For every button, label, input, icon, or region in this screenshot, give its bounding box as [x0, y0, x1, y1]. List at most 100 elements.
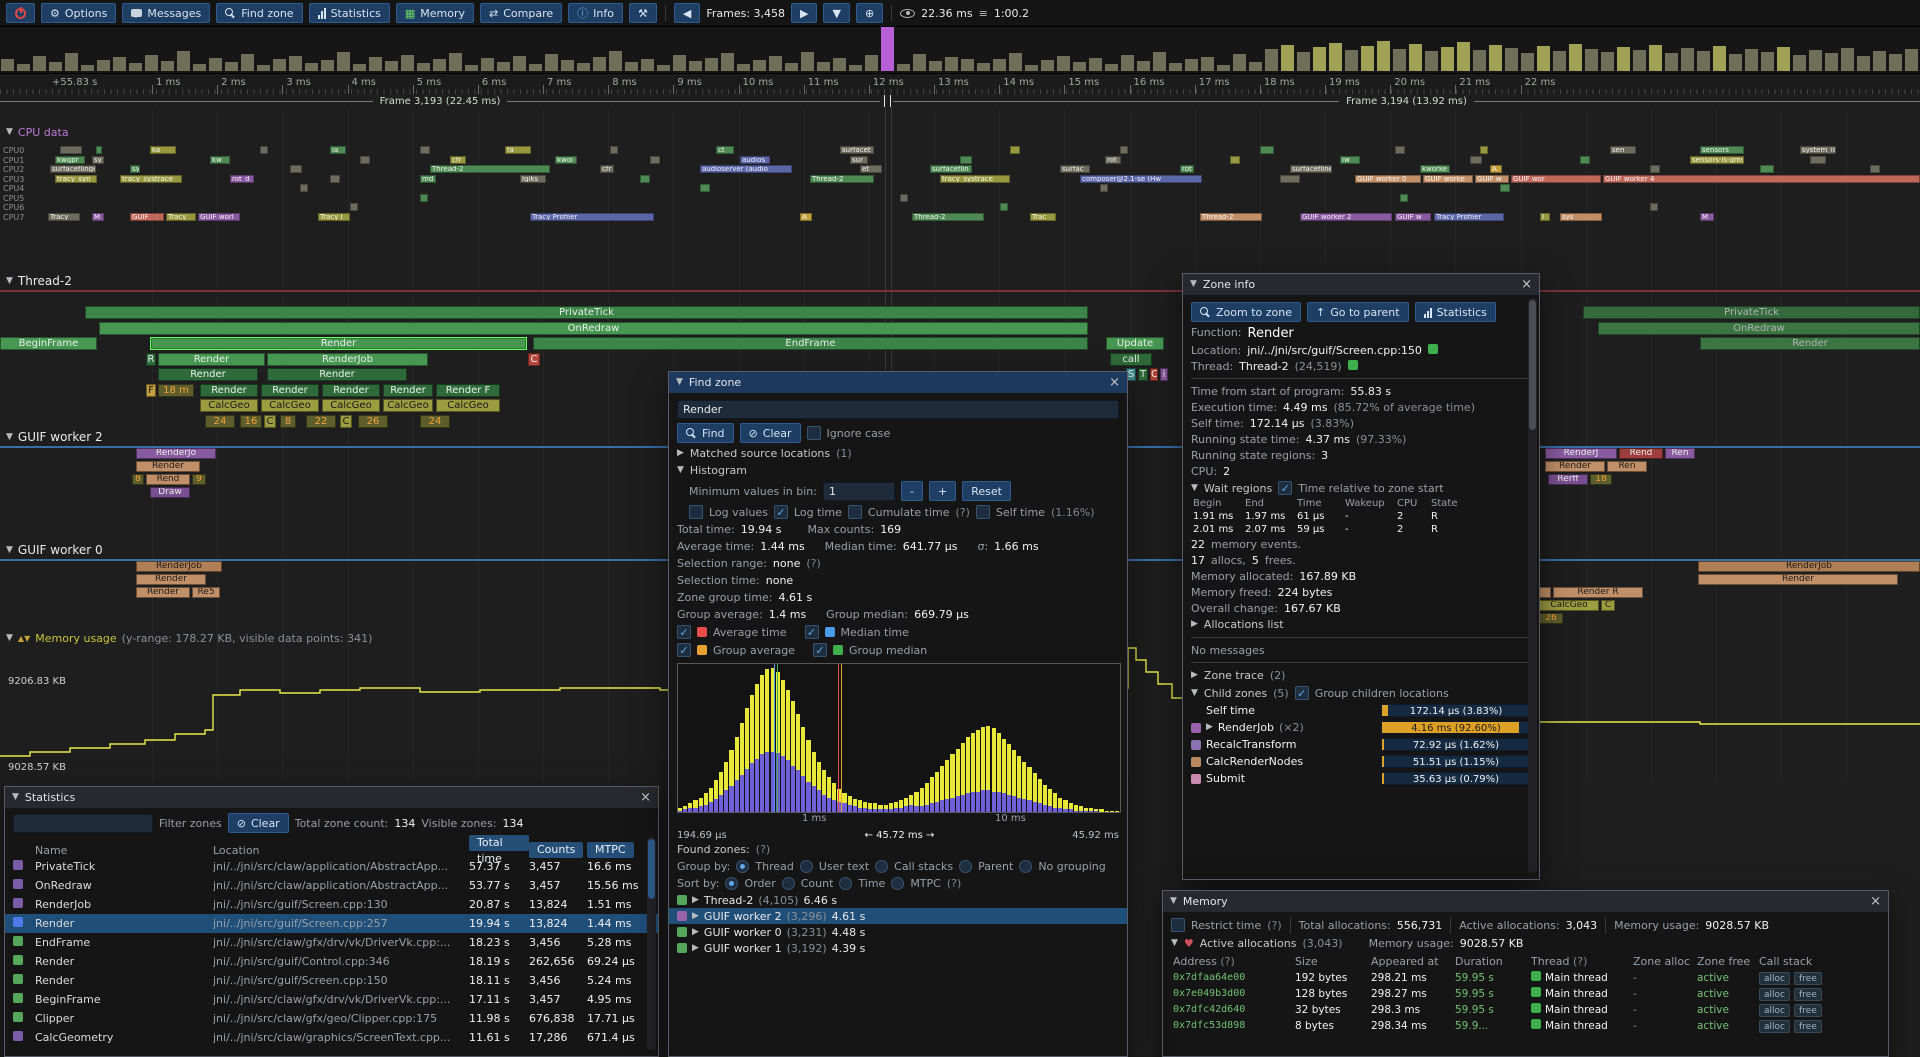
frame-strip-bar[interactable]: [1329, 43, 1342, 71]
timeline-zone[interactable]: CalcGeo: [261, 399, 319, 412]
zoom-to-zone-button[interactable]: Zoom to zone: [1191, 302, 1301, 322]
frame-strip-bar[interactable]: [193, 64, 206, 71]
frame-strip-bar[interactable]: [97, 60, 110, 71]
group-median-checkbox[interactable]: ✓: [813, 643, 827, 657]
frame-strip-bar[interactable]: [1233, 54, 1246, 71]
cpu-zone[interactable]: GUIF: [130, 213, 164, 221]
frame-strip-bar[interactable]: [1409, 44, 1422, 71]
frame-strip-bar[interactable]: [977, 63, 990, 71]
frame-strip-bar[interactable]: [1489, 45, 1502, 71]
frame-strip-bar[interactable]: [577, 63, 590, 71]
frame-strip-bar[interactable]: [49, 62, 62, 71]
group-by-radio[interactable]: [736, 860, 749, 873]
frame-strip-bar[interactable]: [609, 51, 622, 71]
frame-strip-bar[interactable]: [1681, 48, 1694, 71]
timeline-zone[interactable]: Rend: [1619, 448, 1663, 459]
memory-titlebar[interactable]: ▼ Memory ×: [1163, 891, 1888, 912]
scrollbar-thumb[interactable]: [648, 839, 655, 899]
statistics-titlebar[interactable]: ▼ Statistics ×: [5, 787, 658, 808]
cpu-zone[interactable]: rot: [1180, 165, 1194, 173]
frame-strip-bar[interactable]: [945, 57, 958, 71]
alloc-callstack-button[interactable]: alloc: [1759, 1004, 1790, 1017]
statistics-row[interactable]: Clipperjni/../jni/src/claw/gfx/geo/Clipp…: [5, 1009, 658, 1028]
cpu-zone[interactable]: A: [800, 213, 812, 221]
frame-strip-bar[interactable]: [721, 53, 734, 71]
frame-strip-bar[interactable]: [673, 55, 686, 71]
timeline-zone[interactable]: T: [1138, 368, 1148, 381]
cpu-zone[interactable]: [1500, 184, 1510, 192]
compare-button[interactable]: ⇄Compare: [480, 3, 562, 23]
found-zone-group[interactable]: ▶Thread-2(4,105)6.46 s: [669, 892, 1127, 908]
timeline-zone[interactable]: C: [340, 415, 352, 428]
column-address[interactable]: Address: [1173, 955, 1217, 968]
cpu-zone[interactable]: [420, 146, 430, 154]
frame-strip-bar[interactable]: [33, 56, 46, 71]
timeline-zone[interactable]: Render: [1700, 337, 1920, 350]
expand-icon[interactable]: ▶: [692, 896, 699, 905]
cpu-zone[interactable]: GUIF worke: [1423, 175, 1473, 183]
timeline-zone[interactable]: 9: [192, 474, 206, 485]
cpu-zone[interactable]: composer@2.1-se (Hw: [1080, 175, 1202, 183]
cpu-zone[interactable]: system_is: [1800, 146, 1836, 154]
find-button[interactable]: Find: [677, 423, 734, 443]
timeline-zone[interactable]: Render: [158, 353, 265, 366]
cpu-zone[interactable]: Trac: [1030, 213, 1056, 221]
timeline-zone[interactable]: RenderJob: [1698, 561, 1920, 572]
collapse-icon[interactable]: ▼: [676, 378, 683, 387]
cpu-zone[interactable]: A: [1490, 165, 1502, 173]
group-by-radio[interactable]: [959, 860, 972, 873]
frame-strip-bar[interactable]: [1857, 56, 1870, 71]
frame-strip-bar[interactable]: [289, 56, 302, 71]
restrict-time-checkbox[interactable]: ✓: [1171, 918, 1185, 932]
timeline-zone[interactable]: 26: [1539, 613, 1563, 624]
group-by-radio[interactable]: [875, 860, 888, 873]
timeline-zone[interactable]: C: [528, 353, 540, 366]
statistics-row[interactable]: CalcGeometryjni/../jni/src/claw/graphics…: [5, 1028, 658, 1047]
timeline-zone[interactable]: Rerff: [1548, 474, 1588, 485]
frame-strip-bar[interactable]: [1633, 50, 1646, 71]
cpu-zone[interactable]: [1395, 146, 1405, 154]
self-time-checkbox[interactable]: ✓: [976, 505, 990, 519]
cpu-zone[interactable]: audios: [740, 156, 770, 164]
group-average-checkbox[interactable]: ✓: [677, 643, 691, 657]
cpu-zone[interactable]: GUIF worker 2: [1300, 213, 1392, 221]
cpu-zone[interactable]: [1470, 156, 1482, 164]
frame-strip-bar[interactable]: [385, 61, 398, 71]
frame-strip-bar[interactable]: [1217, 65, 1230, 71]
column-zone-free[interactable]: Zone free: [1697, 955, 1759, 968]
cpu-zone[interactable]: tracy_systrace: [120, 175, 182, 183]
messages-button[interactable]: Messages: [122, 3, 210, 23]
min-bin-input[interactable]: [823, 482, 895, 501]
timeline-zone[interactable]: call: [1110, 353, 1152, 366]
alloc-callstack-button[interactable]: alloc: [1759, 972, 1790, 985]
frame-strip-bar[interactable]: [1889, 54, 1902, 71]
sort-by-radio[interactable]: [839, 877, 852, 890]
cpu-zone[interactable]: [360, 156, 370, 164]
pause-button[interactable]: ▼: [823, 3, 849, 23]
frame-strip-bar[interactable]: [1745, 49, 1758, 71]
frame-strip-bar[interactable]: [1457, 42, 1470, 71]
log-time-checkbox[interactable]: ✓: [774, 505, 788, 519]
cpu-zone[interactable]: tracy_systrace: [940, 175, 1010, 183]
found-zone-group[interactable]: ▶GUIF worker 0(3,231)4.48 s: [669, 924, 1127, 940]
cpu-zone[interactable]: [1010, 146, 1020, 154]
frame-strip-bar[interactable]: [225, 62, 238, 71]
cpu-zone[interactable]: GUIF worl: [198, 213, 240, 221]
frame-strip-bar[interactable]: [769, 56, 782, 71]
frame-segment[interactable]: Frame 3,193 (22.45 ms): [0, 94, 880, 108]
frame-strip-bar[interactable]: [1025, 65, 1038, 71]
frame-strip-bar[interactable]: [1473, 50, 1486, 71]
collapse-icon[interactable]: ▼: [1191, 484, 1198, 493]
timeline-zone[interactable]: Render: [261, 384, 319, 397]
cpu-zone[interactable]: Tracy Profiler: [1434, 213, 1504, 221]
timeline-zone[interactable]: Render: [150, 337, 527, 350]
cpu-zone[interactable]: GUIF w: [1475, 175, 1509, 183]
frame-strip-bar[interactable]: [705, 58, 718, 71]
cpu-zone[interactable]: audioserver (audio: [700, 165, 792, 173]
timeline-zone[interactable]: 16: [240, 415, 262, 428]
tools-button[interactable]: ⚒: [629, 3, 657, 23]
frame-strip-bar[interactable]: [1617, 47, 1630, 71]
cpu-zone[interactable]: rot_d: [230, 175, 254, 183]
column-zone-alloc[interactable]: Zone alloc: [1633, 955, 1697, 968]
cpu-zone[interactable]: kworke: [1420, 165, 1450, 173]
